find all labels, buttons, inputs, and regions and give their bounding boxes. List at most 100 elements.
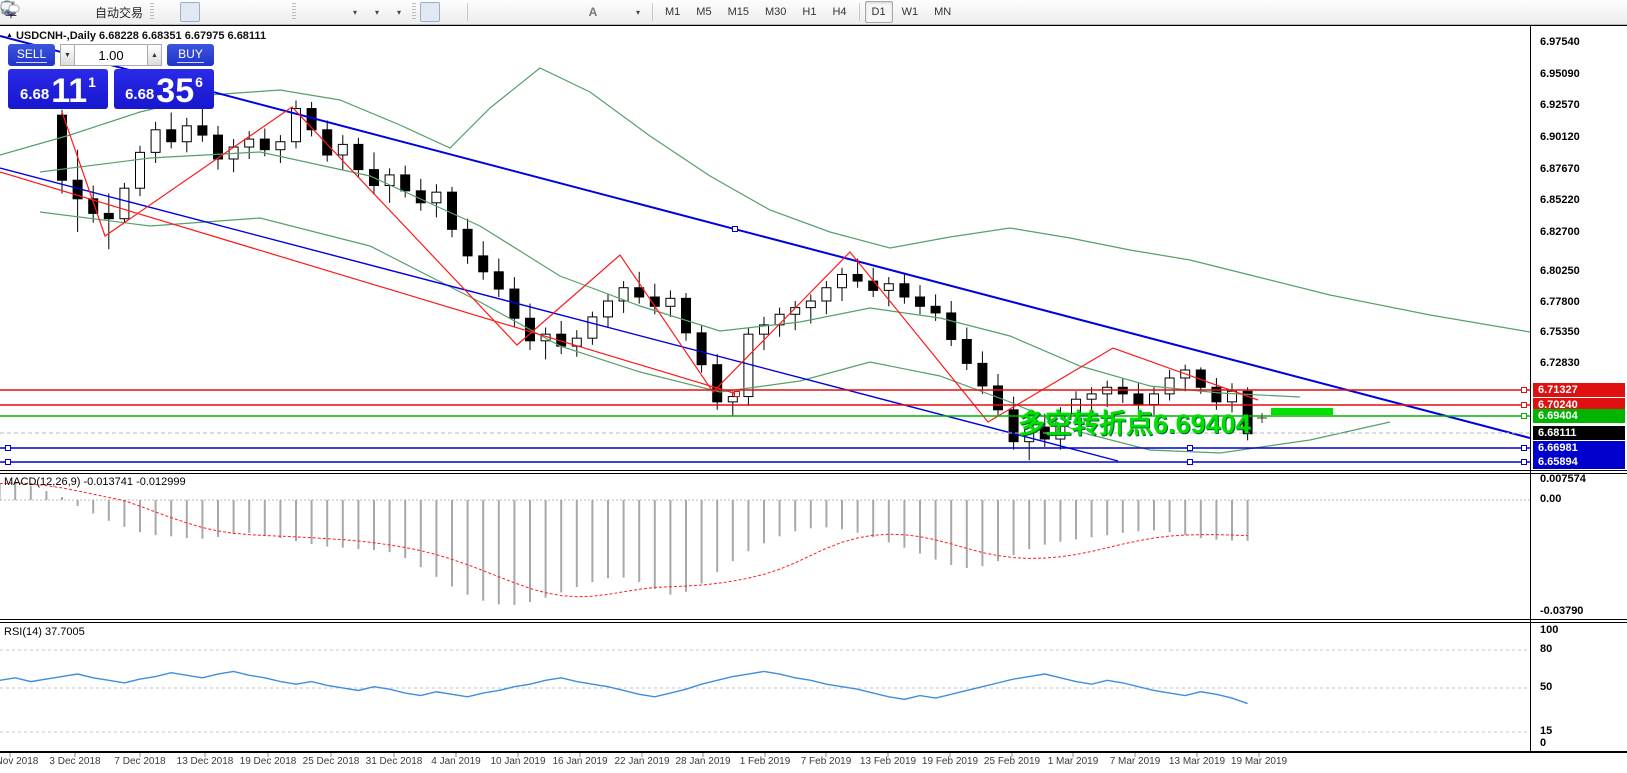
arrows-tool-button[interactable]: ▾ [627, 2, 647, 22]
mt4-terminal: { "toolbar": { "new_order_label": "单", "… [0, 0, 1627, 773]
line-handle[interactable] [1187, 459, 1193, 465]
rsi-separator-top [0, 619, 1627, 620]
timeframe-w1[interactable]: W1 [895, 1, 926, 23]
rsi-axis-label: 0 [1540, 737, 1546, 749]
crosshair-icon[interactable] [442, 2, 462, 22]
line-chart-icon[interactable] [202, 2, 222, 22]
toolbar-grip[interactable] [412, 3, 416, 21]
horizontal-line-icon[interactable] [495, 2, 515, 22]
zoom-in-icon[interactable] [224, 2, 244, 22]
rsi-axis-label: 80 [1540, 643, 1552, 655]
line-handle[interactable] [732, 226, 738, 232]
timeframe-h4[interactable]: H4 [825, 1, 853, 23]
time-axis-border [0, 751, 1627, 753]
timeframe-d1[interactable]: D1 [865, 1, 893, 23]
price-axis-label: 6.87670 [1540, 163, 1580, 175]
vertical-line-icon[interactable] [473, 2, 493, 22]
rsi-axis-label: 15 [1540, 725, 1552, 737]
bar-chart-icon[interactable] [158, 2, 178, 22]
date-axis-label: 22 Jan 2019 [614, 756, 669, 767]
line-handle[interactable] [1521, 459, 1527, 465]
line-handle[interactable] [5, 445, 11, 451]
text-label-icon[interactable]: T [605, 2, 625, 22]
autoscroll-icon[interactable] [300, 2, 320, 22]
signals-icon[interactable] [67, 2, 87, 22]
volume-increase-button[interactable]: ▲ [147, 44, 162, 66]
pivot-annotation-text: 多空转折点6.69404 [1018, 402, 1251, 441]
search-icon[interactable] [1579, 2, 1599, 22]
date-axis-label: 19 Dec 2018 [240, 756, 297, 767]
price-axis-column[interactable]: 6.975406.950906.925706.901206.876706.852… [1530, 26, 1627, 752]
fibonacci-icon[interactable]: F [561, 2, 581, 22]
dropdown-caret: ▾ [375, 8, 379, 17]
autotrade-button[interactable]: 自动交易 [89, 2, 146, 22]
date-axis-label: 3 Dec 2018 [49, 756, 100, 767]
trendline-icon[interactable] [517, 2, 537, 22]
macd-axis-label: 0.00 [1540, 493, 1561, 505]
macd-axis-label: -0.03790 [1540, 605, 1583, 617]
date-axis-label: 19 Mar 2019 [1231, 756, 1287, 767]
sell-price-button[interactable]: 6.68111 [8, 69, 108, 109]
rsi-separator-bottom[interactable] [0, 622, 1627, 623]
line-handle[interactable] [1521, 387, 1527, 393]
price-axis-label: 6.90120 [1540, 131, 1580, 143]
market-watch-icon[interactable] [23, 2, 43, 22]
equidistant-channel-icon[interactable]: E [539, 2, 559, 22]
buy-button[interactable]: BUY [167, 44, 214, 66]
chart-graphics [0, 0, 1627, 773]
macd-indicator-label: MACD(12,26,9) -0.013741 -0.012999 [4, 476, 186, 488]
date-axis-label: 1 Feb 2019 [740, 756, 791, 767]
date-axis-label: 13 Dec 2018 [177, 756, 234, 767]
line-handle[interactable] [1521, 402, 1527, 408]
timeframe-m30[interactable]: M30 [758, 1, 793, 23]
timeframe-mn[interactable]: MN [927, 1, 958, 23]
volume-input[interactable]: 1.00 [75, 44, 147, 66]
text-icon[interactable]: A [583, 2, 603, 22]
timeframe-h1[interactable]: H1 [795, 1, 823, 23]
window-expand-icon[interactable]: ▲ [6, 32, 13, 39]
price-tag-6.71327: 6.71327 [1533, 383, 1625, 397]
top-toolbar: 单 自动交易 ▾ ▾ ▾ E [0, 0, 1627, 25]
line-handle[interactable] [1521, 445, 1527, 451]
rsi-indicator-label: RSI(14) 37.7005 [4, 626, 85, 638]
line-handle[interactable] [1521, 413, 1527, 419]
new-chart-button[interactable]: ▾ [344, 2, 364, 22]
template-button[interactable]: ▾ [388, 2, 408, 22]
accounts-icon[interactable] [45, 2, 65, 22]
date-axis-label: 16 Jan 2019 [552, 756, 607, 767]
chart-shift-icon[interactable] [322, 2, 342, 22]
date-axis-label: 7 Dec 2018 [114, 756, 165, 767]
chat-icon[interactable] [1601, 2, 1621, 22]
timeframe-m1[interactable]: M1 [658, 1, 687, 23]
buy-price-button[interactable]: 6.68356 [114, 69, 214, 109]
timeframe-m15[interactable]: M15 [721, 1, 756, 23]
macd-separator-bottom[interactable] [0, 473, 1627, 474]
candlestick-chart-icon[interactable] [180, 2, 200, 22]
zoom-out-icon[interactable] [246, 2, 266, 22]
timeframe-m5[interactable]: M5 [689, 1, 718, 23]
dropdown-caret: ▾ [353, 8, 357, 17]
tile-windows-icon[interactable] [268, 2, 288, 22]
cursor-icon[interactable] [420, 2, 440, 22]
price-axis-label: 6.77800 [1540, 296, 1580, 308]
line-handle[interactable] [1187, 445, 1193, 451]
price-tag-6.68111: 6.68111 [1533, 426, 1625, 440]
volume-decrease-button[interactable]: ▼ [60, 44, 75, 66]
sell-button[interactable]: SELL [8, 44, 55, 66]
date-axis-label: 1 Mar 2019 [1048, 756, 1099, 767]
price-axis-label: 6.95090 [1540, 68, 1580, 80]
period-button[interactable]: ▾ [366, 2, 386, 22]
dropdown-caret: ▾ [397, 8, 401, 17]
price-axis-label: 6.80250 [1540, 265, 1580, 277]
timeframe-group: M1M5M15M30H1H4 D1W1MN [657, 1, 959, 23]
price-axis-label: 6.85220 [1540, 194, 1580, 206]
date-axis-label: 13 Feb 2019 [860, 756, 916, 767]
toolbar-grip[interactable] [150, 3, 154, 21]
rsi-axis-label: 100 [1540, 624, 1558, 636]
price-axis-label: 6.82700 [1540, 226, 1580, 238]
toolbar-grip[interactable] [292, 3, 296, 21]
line-handle[interactable] [734, 391, 740, 397]
chart-title: ▲USDCNH-,Daily 6.68228 6.68351 6.67975 6… [6, 30, 266, 42]
line-handle[interactable] [5, 459, 11, 465]
price-axis-label: 6.75350 [1540, 326, 1580, 338]
